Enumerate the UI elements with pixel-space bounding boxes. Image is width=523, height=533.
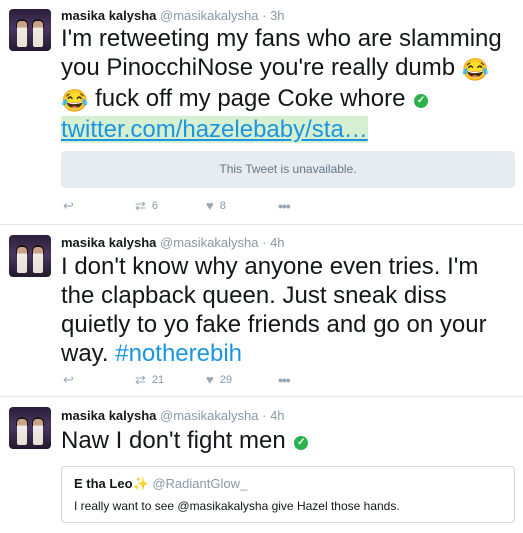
timestamp[interactable]: 3h [270, 8, 284, 23]
avatar-figure [33, 419, 43, 445]
avatar[interactable] [9, 407, 51, 449]
retweet-icon: ⇄ [135, 198, 146, 213]
like-count: 29 [219, 374, 232, 386]
verified-check-icon: ✓ [294, 436, 309, 450]
avatar-figure [17, 419, 27, 445]
quoted-tweet-header: E tha Leo✨ @RadiantGlow_ [74, 476, 247, 492]
tweet-text: I'm retweeting my fans who are slamming … [61, 24, 511, 144]
quoted-tweet[interactable]: E tha Leo✨ @RadiantGlow_ I really want t… [61, 466, 515, 523]
tweet[interactable]: masika kalysha @masikakalysha · 3h I'm r… [0, 0, 523, 224]
tweet-text-part: I'm retweeting my fans who are slamming … [61, 25, 502, 81]
reply-icon: ↩ [63, 372, 74, 387]
tweet-text: I don't know why anyone even tries. I'm … [61, 252, 511, 368]
heart-icon: ♥ [206, 198, 214, 213]
avatar-figure [33, 21, 43, 47]
quoted-tweet-text: I really want to see @masikakalysha give… [74, 499, 400, 513]
tweet[interactable]: masika kalysha @masikakalysha · 4h Naw I… [0, 396, 523, 533]
like-button[interactable]: ♥ 29 [206, 372, 232, 388]
avatar[interactable] [9, 235, 51, 277]
more-icon: ••• [278, 372, 291, 388]
tweet-text: Naw I don't fight men ✓ [61, 426, 511, 455]
avatar-figure [17, 247, 27, 273]
tweet-actions: ↩ ⇄ 6 ♥ 8 ••• [61, 198, 321, 214]
avatar-figure [33, 247, 43, 273]
separator-dot: · [262, 235, 267, 250]
tears-of-joy-emoji-icon: 😂 [461, 57, 490, 82]
like-count: 8 [219, 200, 226, 212]
like-button[interactable]: ♥ 8 [206, 198, 226, 214]
separator-dot: · [262, 408, 267, 423]
user-name[interactable]: masika kalysha [61, 408, 156, 423]
unavailable-tweet-card: This Tweet is unavailable. [61, 151, 515, 188]
user-handle[interactable]: @masikakalysha [160, 235, 258, 250]
verified-check-icon: ✓ [414, 94, 429, 108]
avatar-figure [17, 21, 27, 47]
retweet-count: 6 [151, 200, 159, 212]
user-name[interactable]: masika kalysha [61, 8, 156, 23]
tweet-header: masika kalysha @masikakalysha · 3h [61, 8, 285, 23]
avatar[interactable] [9, 9, 51, 51]
heart-icon: ♥ [206, 372, 214, 387]
more-icon: ••• [278, 198, 291, 214]
tweet-link[interactable]: twitter.com/hazelebaby/sta… [61, 116, 368, 143]
reply-button[interactable]: ↩ [63, 198, 74, 214]
quoted-user-handle: @RadiantGlow_ [152, 476, 248, 491]
quoted-user-name: E tha Leo✨ [74, 476, 149, 491]
separator-dot: · [262, 8, 267, 23]
timestamp[interactable]: 4h [270, 235, 284, 250]
reply-icon: ↩ [63, 198, 74, 213]
tweet-actions: ↩ ⇄ 21 ♥ 29 ••• [61, 372, 321, 388]
tears-of-joy-emoji-icon: 😂 [61, 88, 89, 113]
timestamp[interactable]: 4h [270, 408, 284, 423]
tweet-text-part: fuck off my page Coke whore [88, 85, 413, 112]
retweet-button[interactable]: ⇄ 21 [135, 372, 164, 388]
tweet-text-part: Naw I don't fight men [61, 427, 293, 454]
retweet-button[interactable]: ⇄ 6 [135, 198, 158, 214]
tweet-header: masika kalysha @masikakalysha · 4h [61, 235, 285, 250]
more-button[interactable]: ••• [278, 198, 291, 214]
tweet[interactable]: masika kalysha @masikakalysha · 4h I don… [0, 224, 523, 396]
user-handle[interactable]: @masikakalysha [160, 8, 258, 23]
more-button[interactable]: ••• [278, 372, 291, 388]
reply-button[interactable]: ↩ [63, 372, 74, 388]
user-name[interactable]: masika kalysha [61, 235, 156, 250]
tweet-header: masika kalysha @masikakalysha · 4h [61, 408, 285, 423]
hashtag-link[interactable]: #notherebih [115, 340, 242, 367]
retweet-icon: ⇄ [135, 372, 146, 387]
user-handle[interactable]: @masikakalysha [160, 408, 258, 423]
retweet-count: 21 [151, 374, 165, 386]
